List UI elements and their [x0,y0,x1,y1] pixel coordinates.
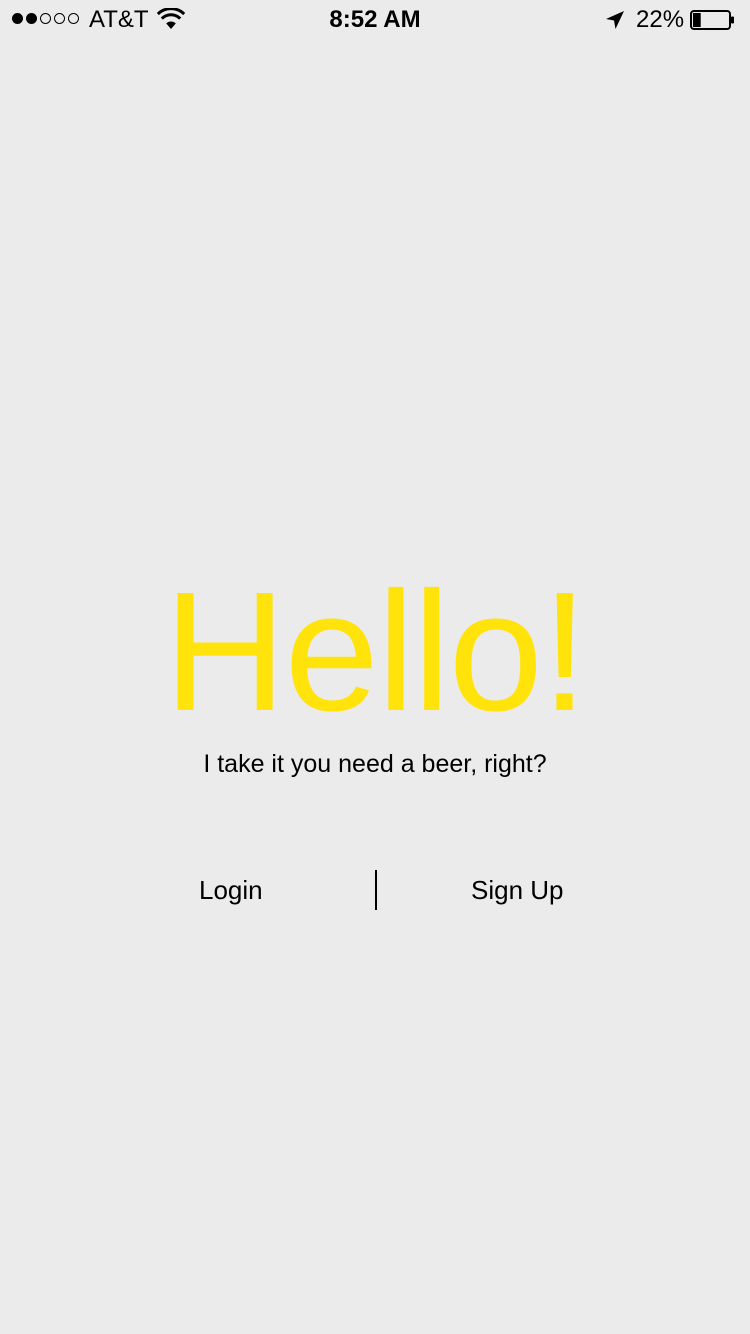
signup-button[interactable]: Sign Up [471,868,564,912]
button-divider [375,870,377,910]
welcome-subtitle: I take it you need a beer, right? [203,750,547,778]
auth-buttons: Login Sign Up [0,868,750,912]
status-bar: AT&T 8:52 AM 22% [0,0,750,40]
login-button[interactable]: Login [199,868,263,912]
location-arrow-icon [606,11,624,29]
battery-percentage: 22% [636,6,685,33]
welcome-title: Hello! [163,557,589,747]
battery-icon [690,10,734,30]
